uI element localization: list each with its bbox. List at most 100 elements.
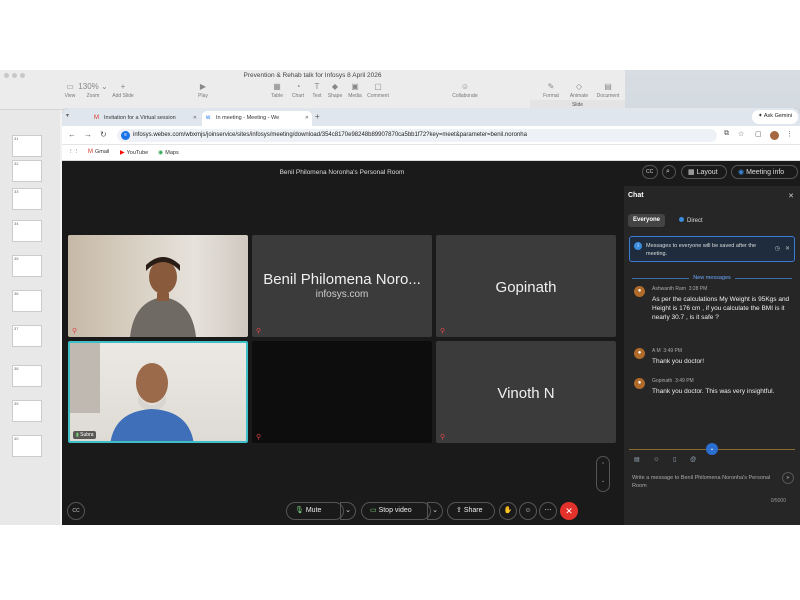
mute-button[interactable]: 🎙 Mute <box>286 502 344 520</box>
message-sender: A M <box>652 348 661 354</box>
document-button[interactable]: ▤ Document <box>593 82 623 99</box>
add-slide-button[interactable]: + Add Slide <box>108 82 138 99</box>
video-options-dropdown[interactable]: ⌄ <box>427 502 443 520</box>
reload-icon[interactable]: ↻ <box>100 130 107 139</box>
bookmark-gmail[interactable]: M Gmail <box>88 149 109 155</box>
forward-icon[interactable]: → <box>84 130 92 139</box>
clock-icon[interactable]: ◷ <box>775 245 780 253</box>
meeting-info-button[interactable]: ◉ Meeting info <box>731 165 798 179</box>
chevron-down-icon: ⌄ <box>432 507 438 514</box>
tab-direct[interactable]: Direct <box>674 214 708 227</box>
video-tile-participant-4[interactable]: ▮ Subra <box>68 341 248 443</box>
slide-thumbnail[interactable]: 35 <box>12 255 42 277</box>
emoji-icon[interactable]: ☺ <box>653 457 659 463</box>
tab-everyone[interactable]: Everyone <box>628 214 666 227</box>
scroll-to-bottom-button[interactable]: ⌄ <box>706 443 718 455</box>
comment-button[interactable]: ▢ Comment <box>363 82 393 99</box>
audio-options-dropdown[interactable]: ⌄ <box>340 502 356 520</box>
browser-window: ▾ M Invitation for a Virtual session ✕ w… <box>62 108 800 525</box>
participant-video <box>70 343 194 441</box>
message-text: As per the calculations My Weight is 95K… <box>652 296 790 321</box>
tab-in-meeting[interactable]: w In meeting - Meeting - We ✕ <box>202 111 312 126</box>
participant-org: infosys.com <box>315 289 369 300</box>
chat-format-toolbar: ▤ ☺ ▯ @ <box>634 456 708 463</box>
new-messages-label: New messages <box>624 275 800 281</box>
more-options-button[interactable]: ⋯ <box>539 502 557 520</box>
chevron-down-icon: ⌄ <box>345 507 351 514</box>
send-icon[interactable]: ➤ <box>782 472 794 484</box>
play-button[interactable]: ▶ Play <box>188 82 218 99</box>
star-icon[interactable]: ☆ <box>738 130 744 138</box>
muted-icon: ⚲ <box>256 328 262 335</box>
attachment-icon[interactable]: ▯ <box>673 457 676 463</box>
slide-thumbnail[interactable]: 38 <box>12 365 42 387</box>
profile-avatar[interactable] <box>770 131 779 140</box>
tab-invitation[interactable]: M Invitation for a Virtual session ✕ <box>90 111 200 126</box>
cast-icon[interactable]: ⧉ <box>724 130 729 138</box>
video-tile-participant-5[interactable]: ⚲ <box>252 341 432 443</box>
bookmark-maps[interactable]: ◉ Maps <box>158 149 179 156</box>
message-text: Thank you doctor! <box>652 358 705 365</box>
participant-video <box>130 257 196 337</box>
site-info-icon[interactable]: ≡ <box>121 131 130 140</box>
slide-thumbnail[interactable]: 33 <box>12 188 42 210</box>
reactions-button[interactable]: ✋ <box>499 502 517 520</box>
zoom-button[interactable]: 130% ⌄ Zoom <box>78 82 108 99</box>
apps-icon[interactable]: ⋮⋮ <box>68 149 79 155</box>
close-window-button[interactable] <box>4 73 9 78</box>
layout-button[interactable]: ▦ Layout <box>681 165 727 179</box>
meeting-control-bar: CC 🎙 Mute ⌄ ▭ Stop video ⌄ ⇪ Share ✋ ☺ ⋯… <box>62 495 622 525</box>
search-icon[interactable]: ⌕ <box>662 165 676 179</box>
stop-video-button[interactable]: ▭ Stop video <box>361 502 431 520</box>
menu-icon[interactable]: ⋮ <box>786 130 793 138</box>
closed-captions-button[interactable]: CC <box>67 502 85 520</box>
video-tile-participant-6[interactable]: Vinoth N ⚲ <box>436 341 616 443</box>
address-bar-row: ← → ↻ ≡ infosys.webex.com/wbxmjs/joinser… <box>62 126 800 145</box>
close-icon[interactable]: ✕ <box>785 245 790 253</box>
new-tab-button[interactable]: + <box>315 112 320 121</box>
collaborate-button[interactable]: ☺ Collaborate <box>450 82 480 99</box>
gmail-icon: M <box>88 149 93 155</box>
webex-meeting: Benil Philomena Noronha's Personal Room … <box>62 161 800 525</box>
animate-button[interactable]: ◇ Animate <box>564 82 594 99</box>
tab-search-icon[interactable]: ▾ <box>66 112 69 119</box>
zoom-window-button[interactable] <box>20 73 25 78</box>
video-tile-participant-3[interactable]: Gopinath ⚲ <box>436 235 616 337</box>
format-text-icon[interactable]: ▤ <box>634 457 640 463</box>
bookmark-youtube[interactable]: ▶ YouTube <box>120 149 148 156</box>
close-icon[interactable]: ✕ <box>788 192 794 200</box>
minimize-window-button[interactable] <box>12 73 17 78</box>
back-icon[interactable]: ← <box>68 130 76 139</box>
slide-thumbnail[interactable]: 34 <box>12 220 42 242</box>
tile-pager[interactable]: ⌃ ⌄ <box>596 456 610 492</box>
slide-thumbnail[interactable]: 31 <box>12 135 42 157</box>
video-tile-participant-2[interactable]: Benil Philomena Noro... infosys.com ⚲ <box>252 235 432 337</box>
message-time: 3:49 PM <box>663 348 683 354</box>
ask-gemini-button[interactable]: ✦ Ask Gemini <box>752 110 798 124</box>
captions-top-button[interactable]: CC <box>642 165 658 179</box>
slide-thumbnail[interactable]: 37 <box>12 325 42 347</box>
slide-thumbnail[interactable]: 40 <box>12 435 42 457</box>
mention-icon[interactable]: @ <box>690 457 696 463</box>
message-text: Thank you doctor. This was very insightf… <box>652 388 775 395</box>
slide-thumbnail[interactable]: 39 <box>12 400 42 422</box>
slide-thumbnail[interactable]: 36 <box>12 290 42 312</box>
close-icon[interactable]: ✕ <box>305 115 309 121</box>
close-icon[interactable]: ✕ <box>193 115 197 121</box>
keynote-title: Prevention & Rehab talk for Infosys 8 Ap… <box>243 72 382 79</box>
chat-message-input[interactable]: Write a message to Benil Philomena Noron… <box>632 474 772 490</box>
extensions-icon[interactable]: ▢ <box>755 130 762 138</box>
camera-icon: ▭ <box>370 507 379 514</box>
leave-meeting-button[interactable]: ✕ <box>560 502 578 520</box>
emoji-button[interactable]: ☺ <box>519 502 537 520</box>
share-button[interactable]: ⇪ Share <box>447 502 495 520</box>
slide-thumbnail[interactable]: 32 <box>12 160 42 182</box>
format-button[interactable]: ✎ Format <box>536 82 566 99</box>
url-field[interactable]: ≡ infosys.webex.com/wbxmjs/joinservice/s… <box>117 129 717 142</box>
microphone-icon: 🎙 <box>295 507 306 514</box>
message-sender: Gopinath <box>652 378 673 384</box>
chevron-up-icon: ⌃ <box>600 462 606 468</box>
chevron-down-icon: ⌄ <box>600 478 606 484</box>
video-tile-participant-1[interactable]: ⚲ <box>68 235 248 337</box>
gmail-icon: M <box>94 115 99 121</box>
